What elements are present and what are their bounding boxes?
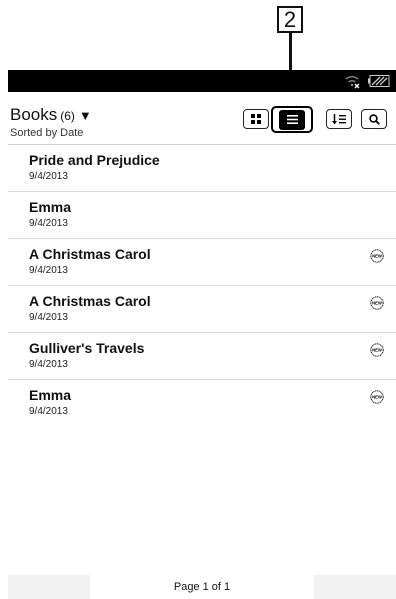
book-date: 9/4/2013 [29,359,68,370]
book-list-item[interactable]: Emma 9/4/2013 [8,192,396,239]
list-view-icon [286,115,298,124]
book-list-item[interactable]: Gulliver's Travels 9/4/2013 NEW [8,333,396,380]
wifi-off-icon [345,76,360,89]
book-date: 9/4/2013 [29,218,68,229]
battery-icon [368,75,390,87]
book-date: 9/4/2013 [29,171,68,182]
new-badge-label: NEW [372,301,382,306]
grid-view-button[interactable] [243,109,269,129]
new-badge-label: NEW [372,348,382,353]
book-list-item[interactable]: Emma 9/4/2013 NEW [8,380,396,427]
book-library-screen: Books (6) ▼ Sorted by Date Pride and Pre… [8,92,396,599]
grid-view-icon [251,114,261,124]
book-title: Pride and Prejudice [29,152,160,168]
footer: Page 1 of 1 [8,575,396,599]
book-title: Emma [29,387,72,403]
book-list: Pride and Prejudice 9/4/2013 Emma 9/4/2013 A… [8,145,396,427]
header: Books (6) ▼ Sorted by Date [8,92,396,145]
book-title: Gulliver's Travels [29,340,145,356]
book-list-item[interactable]: A Christmas Carol 9/4/2013 NEW [8,286,396,333]
search-icon [368,113,380,125]
new-badge-label: NEW [372,395,382,400]
page-indicator: Page 1 of 1 [173,581,231,593]
book-title: A Christmas Carol [29,246,151,262]
new-badge-icon: NEW [370,296,384,310]
new-badge-label: NEW [372,254,382,259]
book-count: (6) [60,109,75,123]
book-title: Emma [29,199,72,215]
new-badge-icon: NEW [370,343,384,357]
status-bar [8,70,396,92]
list-view-button[interactable] [271,106,313,133]
new-badge-icon: NEW [370,390,384,404]
book-date: 9/4/2013 [29,406,68,417]
dropdown-arrow-icon: ▼ [78,108,92,123]
callout-number: 2 [277,6,303,33]
page-title: Books [10,105,58,124]
new-badge-icon: NEW [370,249,384,263]
book-title: A Christmas Carol [29,293,151,309]
book-list-item[interactable]: Pride and Prejudice 9/4/2013 [8,145,396,192]
book-date: 9/4/2013 [29,312,68,323]
book-list-item[interactable]: A Christmas Carol 9/4/2013 NEW [8,239,396,286]
search-button[interactable] [361,109,387,129]
sort-subtitle: Sorted by Date [10,127,84,139]
sort-icon [332,113,346,124]
collection-selector[interactable]: Books (6) ▼ Sorted by Date [10,105,92,139]
sort-button[interactable] [326,109,352,129]
book-date: 9/4/2013 [29,265,68,276]
